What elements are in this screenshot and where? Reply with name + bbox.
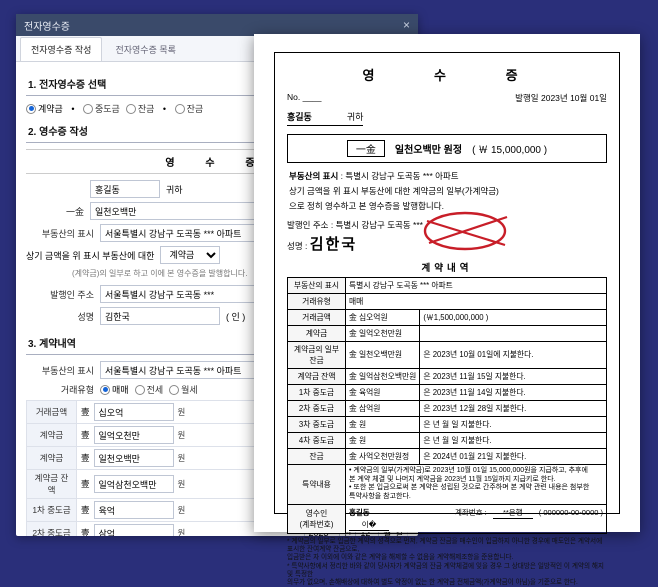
recipient-input[interactable]: [90, 180, 160, 198]
special-cell: • 계약금의 일부(가계약금)로 2023년 10월 01일 15,000,00…: [346, 464, 607, 504]
detail-row: 거래유형매매: [288, 293, 607, 309]
radio-contract[interactable]: 계약금: [26, 102, 63, 115]
tab-list[interactable]: 전자영수증 목록: [104, 37, 186, 61]
detail-title: 계약내역: [287, 260, 607, 274]
detail-row: 1차 중도금金 육억원은 2023년 11월 14일 지불한다.: [288, 384, 607, 400]
detail-row: 3차 중도금金 원은 년 월 일 지불한다.: [288, 416, 607, 432]
detail-row: 계약금의 일부 잔금金 일천오백만원은 2023년 10월 01일에 지불한다.: [288, 341, 607, 368]
detail-row: 잔금金 사억오천만원정은 2024년 01월 21일 지불한다.: [288, 448, 607, 464]
dialog-title: 전자영수증: [24, 18, 70, 33]
disclaimer: * 계약금의 일부로 입금한 계약의 성격으로 먼저, 계약금 잔금을 매수인이…: [287, 538, 607, 587]
radio-midpay[interactable]: 중도금: [83, 102, 120, 115]
radio-balance2[interactable]: 잔금: [175, 102, 204, 115]
paytype-select[interactable]: 계약금: [160, 246, 220, 264]
receipt-title: 영 수 증: [301, 65, 607, 84]
radio-jeonse[interactable]: 전세: [135, 383, 164, 396]
detail-table: 부동산의 표시특별시 강남구 도곡동 *** 아파트거래유형매매거래금액金 십오…: [287, 277, 607, 534]
detail-row: 부동산의 표시특별시 강남구 도곡동 *** 아파트: [288, 277, 607, 293]
radio-wolse[interactable]: 월세: [169, 383, 198, 396]
receipt-document: 영 수 증 No. ____ 발행일 2023년 10월 01일 홍길동 귀하 …: [254, 34, 640, 532]
detail-row: 계약금金 일억오천만원: [288, 325, 607, 341]
dialog-title-bar: 전자영수증 ×: [16, 14, 418, 36]
issuer-name-input[interactable]: [100, 307, 220, 325]
close-icon[interactable]: ×: [403, 18, 410, 32]
radio-sale[interactable]: 매매: [100, 383, 129, 396]
detail-row: 거래금액金 십오억원(￦1,500,000,000 ): [288, 309, 607, 325]
detail-row: 2차 중도금金 삼억원은 2023년 12월 28일 지불한다.: [288, 400, 607, 416]
detail-row: 계약금 잔액金 일억삼천오백만원은 2023년 11월 15일 지불한다.: [288, 368, 607, 384]
issuer-signature: 김한국: [310, 237, 357, 253]
amount-frame: 一金 일천오백만 원정 ( ￦ 15,000,000 ): [287, 134, 607, 163]
radio-balance[interactable]: 잔금: [126, 102, 155, 115]
tab-write[interactable]: 전자영수증 작성: [20, 37, 102, 61]
detail-row: 4차 중도금金 원은 년 월 일 지불한다.: [288, 432, 607, 448]
